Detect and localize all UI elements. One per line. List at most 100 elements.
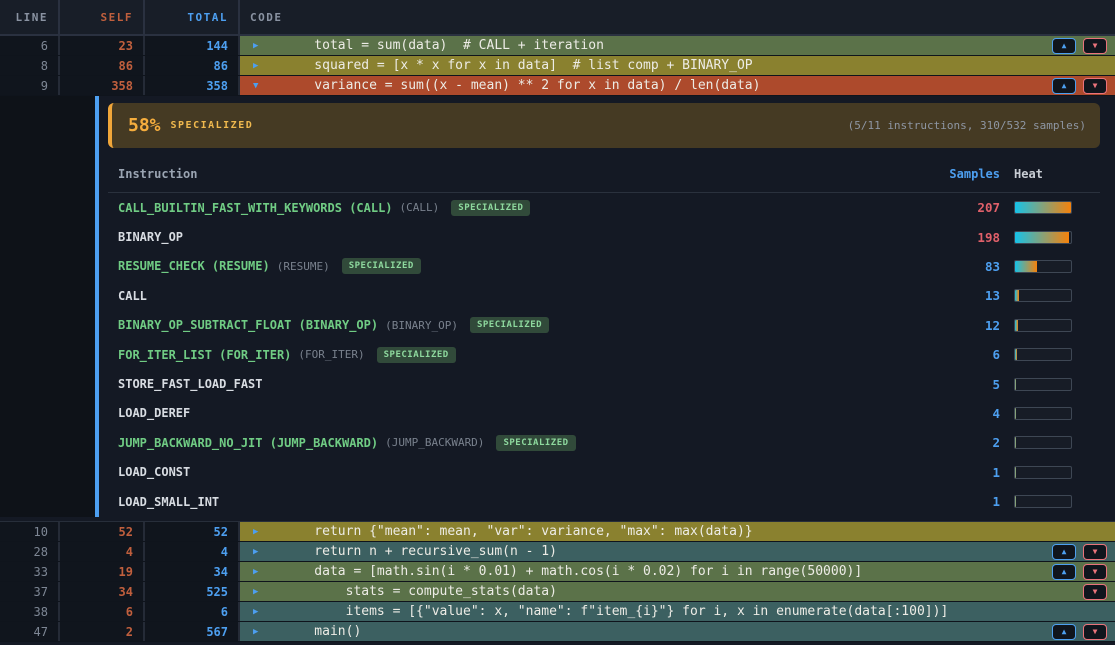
row-nav-buttons: ▲▼: [1052, 78, 1107, 94]
instruction-row: RESUME_CHECK (RESUME) (RESUME) SPECIALIZED…: [108, 252, 1100, 281]
code-line-row[interactable]: 3866▶ items = [{"value": x, "name": f"it…: [0, 602, 1115, 622]
code-line-row[interactable]: 331934▶ data = [math.sin(i * 0.01) + mat…: [0, 562, 1115, 582]
arrow-up-icon: ▲: [1062, 81, 1067, 90]
column-header-total[interactable]: TOTAL: [145, 0, 240, 34]
heat-cell: [1000, 407, 1100, 420]
line-number-cell: 6: [0, 36, 60, 55]
instruction-base-opcode: (RESUME): [277, 260, 330, 273]
total-samples-cell: 525: [145, 582, 240, 601]
total-samples-cell: 6: [145, 602, 240, 621]
expand-expander-icon[interactable]: ▶: [253, 61, 265, 71]
total-samples-cell: 34: [145, 562, 240, 581]
jump-down-button[interactable]: ▼: [1083, 38, 1107, 54]
line-number-cell: 47: [0, 622, 60, 641]
expand-expander-icon[interactable]: ▶: [253, 567, 265, 577]
code-cell[interactable]: ▶ data = [math.sin(i * 0.01) + math.cos(…: [240, 562, 1115, 581]
instruction-name: RESUME_CHECK (RESUME): [118, 259, 270, 273]
code-line-row[interactable]: 105252▶ return {"mean": mean, "var": var…: [0, 522, 1115, 542]
expanded-section: 58% SPECIALIZED (5/11 instructions, 310/…: [0, 96, 1115, 521]
heat-cell: [1000, 495, 1100, 508]
specialization-panel: 58% SPECIALIZED (5/11 instructions, 310/…: [108, 96, 1100, 516]
expand-expander-icon[interactable]: ▶: [253, 627, 265, 637]
instruction-row: CALL13: [108, 281, 1100, 310]
heat-bar-fill: [1015, 320, 1018, 331]
instruction-name: LOAD_CONST: [118, 465, 190, 479]
total-samples-cell: 86: [145, 56, 240, 75]
instruction-name: BINARY_OP_SUBTRACT_FLOAT (BINARY_OP): [118, 318, 378, 332]
code-cell[interactable]: ▶ stats = compute_stats(data)▼: [240, 582, 1115, 601]
code-cell[interactable]: ▶ total = sum(data) # CALL + iteration ▲ ▼: [240, 36, 1115, 55]
row-nav-buttons: ▲▼: [1052, 544, 1107, 560]
line-number-cell: 10: [0, 522, 60, 541]
expand-expander-icon[interactable]: ▶: [253, 587, 265, 597]
expand-expander-icon[interactable]: ▶: [253, 607, 265, 617]
heat-bar: [1014, 407, 1072, 420]
specialized-badge: SPECIALIZED: [451, 200, 530, 216]
code-line-row[interactable]: 623144▶ total = sum(data) # CALL + itera…: [0, 36, 1115, 56]
code-cell[interactable]: ▶ items = [{"value": x, "name": f"item_{…: [240, 602, 1115, 621]
column-header-self[interactable]: SELF: [60, 0, 145, 34]
instruction-samples-count: 13: [928, 288, 1000, 303]
heat-cell: [1000, 231, 1100, 244]
expand-expander-icon[interactable]: ▶: [253, 527, 265, 537]
expand-expander-icon[interactable]: ▶: [253, 41, 265, 51]
specialized-badge: SPECIALIZED: [377, 347, 456, 363]
total-samples-cell: 358: [145, 76, 240, 95]
instruction-row: BINARY_OP198: [108, 222, 1100, 251]
self-samples-cell: 4: [60, 542, 145, 561]
self-samples-cell: 34: [60, 582, 145, 601]
specialization-banner: 58% SPECIALIZED (5/11 instructions, 310/…: [108, 103, 1100, 148]
code-line-row[interactable]: 2844▶ return n + recursive_sum(n - 1)▲▼: [0, 542, 1115, 562]
source-code-text: variance = sum((x - mean) ** 2 for x in …: [283, 78, 1052, 93]
code-line-row[interactable]: 472567▶ main()▲▼: [0, 622, 1115, 642]
arrow-up-icon: ▲: [1062, 41, 1067, 50]
jump-down-button[interactable]: ▼: [1083, 544, 1107, 560]
jump-down-button[interactable]: ▼: [1083, 584, 1107, 600]
instruction-row: LOAD_SMALL_INT1: [108, 487, 1100, 516]
row-nav-buttons: ▲▼: [1052, 564, 1107, 580]
heat-bar-fill: [1015, 261, 1037, 272]
expand-expander-icon[interactable]: ▶: [253, 547, 265, 557]
jump-up-button[interactable]: ▲: [1052, 544, 1076, 560]
jump-up-button[interactable]: ▲: [1052, 624, 1076, 640]
code-cell[interactable]: ▶ return n + recursive_sum(n - 1)▲▼: [240, 542, 1115, 561]
jump-down-button[interactable]: ▼: [1083, 564, 1107, 580]
code-cell[interactable]: ▶ squared = [x * x for x in data] # list…: [240, 56, 1115, 75]
specialized-badge: SPECIALIZED: [470, 317, 549, 333]
column-header-line[interactable]: LINE: [0, 0, 60, 34]
heat-bar-fill: [1015, 349, 1017, 360]
source-code-text: return {"mean": mean, "var": variance, "…: [283, 524, 1107, 539]
specialization-summary: (5/11 instructions, 310/532 samples): [848, 119, 1086, 132]
code-line-row[interactable]: 88686▶ squared = [x * x for x in data] #…: [0, 56, 1115, 76]
jump-up-button[interactable]: ▲: [1052, 78, 1076, 94]
code-line-row[interactable]: 3734525▶ stats = compute_stats(data)▼: [0, 582, 1115, 602]
collapse-expander-icon[interactable]: ▼: [253, 81, 265, 91]
instruction-base-opcode: (BINARY_OP): [385, 319, 458, 332]
heat-bar: [1014, 495, 1072, 508]
code-cell[interactable]: ▶ main()▲▼: [240, 622, 1115, 641]
heat-bar: [1014, 466, 1072, 479]
jump-down-button[interactable]: ▼: [1083, 624, 1107, 640]
heat-column-header: Heat: [1000, 167, 1100, 181]
code-table-top: 623144▶ total = sum(data) # CALL + itera…: [0, 36, 1115, 96]
heat-cell: [1000, 319, 1100, 332]
jump-down-button[interactable]: ▼: [1083, 78, 1107, 94]
self-samples-cell: 23: [60, 36, 145, 55]
instruction-samples-count: 5: [928, 377, 1000, 392]
jump-up-button[interactable]: ▲: [1052, 564, 1076, 580]
column-header-code[interactable]: CODE: [240, 0, 1115, 34]
code-table-bottom: 105252▶ return {"mean": mean, "var": var…: [0, 521, 1115, 642]
self-samples-cell: 19: [60, 562, 145, 581]
arrow-up-icon: ▲: [1062, 567, 1067, 576]
code-cell[interactable]: ▼ variance = sum((x - mean) ** 2 for x i…: [240, 76, 1115, 95]
jump-up-button[interactable]: ▲: [1052, 38, 1076, 54]
source-code-text: return n + recursive_sum(n - 1): [283, 544, 1052, 559]
self-samples-cell: 6: [60, 602, 145, 621]
instruction-samples-count: 207: [928, 200, 1000, 215]
total-samples-cell: 567: [145, 622, 240, 641]
source-code-text: total = sum(data) # CALL + iteration: [283, 38, 1052, 53]
specialized-badge: SPECIALIZED: [342, 258, 421, 274]
code-cell[interactable]: ▶ return {"mean": mean, "var": variance,…: [240, 522, 1115, 541]
code-line-row[interactable]: 9358358▼ variance = sum((x - mean) ** 2 …: [0, 76, 1115, 96]
line-number-cell: 28: [0, 542, 60, 561]
